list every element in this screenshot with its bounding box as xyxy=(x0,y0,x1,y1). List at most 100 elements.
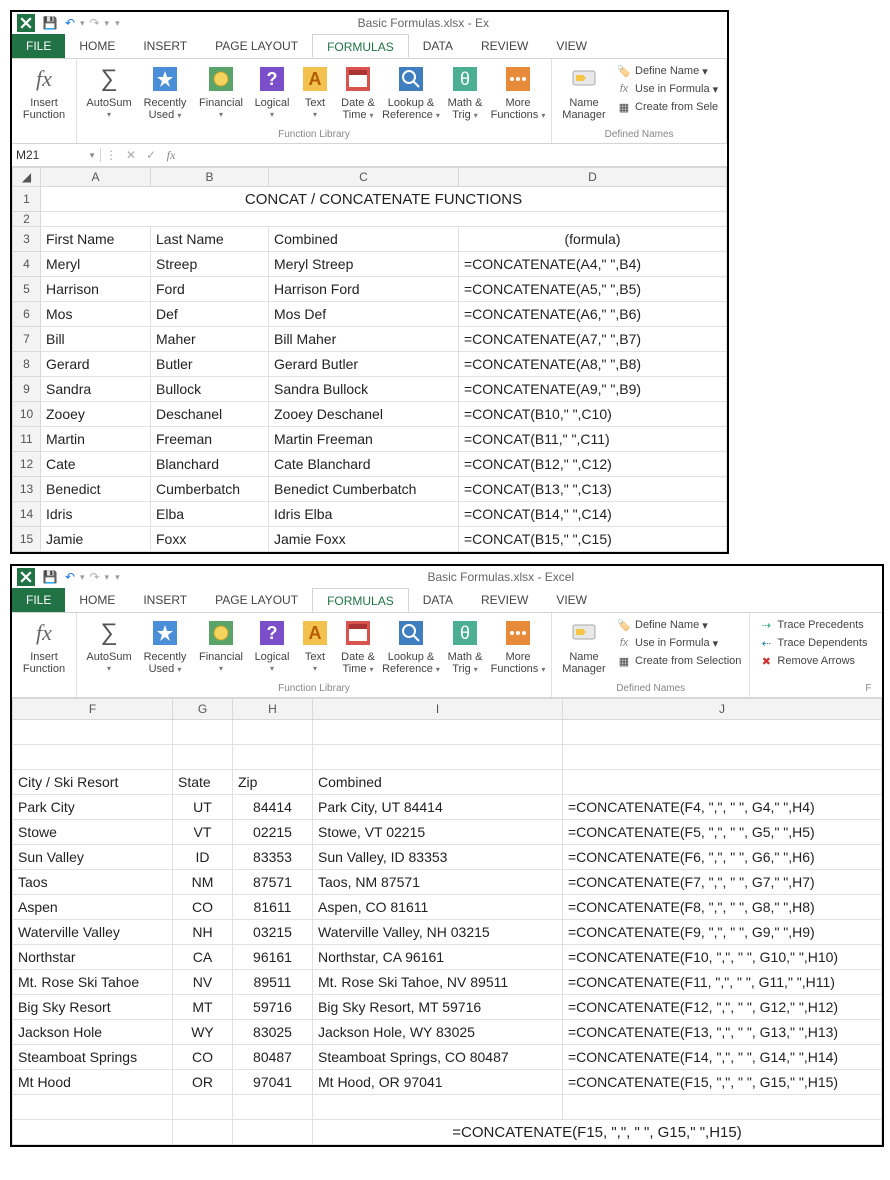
cell[interactable]: Freeman xyxy=(151,427,269,452)
cell[interactable]: =CONCATENATE(A6," ",B6) xyxy=(459,302,727,327)
cell[interactable]: Ford xyxy=(151,277,269,302)
cell[interactable]: 87571 xyxy=(233,870,313,895)
remove-arrows-button[interactable]: ✖Remove Arrows xyxy=(758,653,867,669)
text-button[interactable]: AText▾ xyxy=(295,615,335,677)
cell[interactable]: Martin xyxy=(41,427,151,452)
cell[interactable]: 84414 xyxy=(233,795,313,820)
cell[interactable]: =CONCATENATE(A8," ",B8) xyxy=(459,352,727,377)
cell[interactable]: VT xyxy=(173,820,233,845)
tab-formulas[interactable]: FORMULAS xyxy=(312,588,409,612)
tab-home[interactable]: HOME xyxy=(65,588,129,612)
create-from-selection-button[interactable]: ▦Create from Sele xyxy=(616,99,718,115)
cell[interactable]: 59716 xyxy=(233,995,313,1020)
cell[interactable] xyxy=(13,720,173,745)
cell[interactable]: Mos Def xyxy=(269,302,459,327)
row-header[interactable]: 5 xyxy=(13,277,41,302)
financial-button[interactable]: Financial▾ xyxy=(193,61,249,123)
cell[interactable]: =CONCATENATE(F4, ",", " ", G4," ",H4) xyxy=(563,795,882,820)
undo-icon[interactable]: ↶ xyxy=(60,570,80,584)
cell[interactable]: Mt. Rose Ski Tahoe xyxy=(13,970,173,995)
cell[interactable]: Maher xyxy=(151,327,269,352)
cell-colored-formula[interactable]: =CONCATENATE(F15, ",", " ", G15," ",H15) xyxy=(313,1120,882,1145)
cell[interactable] xyxy=(563,1095,882,1120)
cell[interactable]: ID xyxy=(173,845,233,870)
row-header[interactable]: 14 xyxy=(13,502,41,527)
cell[interactable] xyxy=(313,745,563,770)
cell[interactable] xyxy=(563,770,882,795)
row-header[interactable]: 6 xyxy=(13,302,41,327)
cell[interactable]: Jackson Hole, WY 83025 xyxy=(313,1020,563,1045)
cell[interactable] xyxy=(233,1120,313,1145)
cell[interactable]: Zip xyxy=(233,770,313,795)
cell[interactable] xyxy=(13,1120,173,1145)
col-header[interactable]: F xyxy=(13,699,173,720)
more-functions-button[interactable]: MoreFunctions ▾ xyxy=(489,61,547,124)
define-name-button[interactable]: 🏷️Define Name ▾ xyxy=(616,617,741,633)
cancel-icon[interactable]: ✕ xyxy=(121,148,141,162)
col-header[interactable]: I xyxy=(313,699,563,720)
cell[interactable]: =CONCATENATE(A9," ",B9) xyxy=(459,377,727,402)
cell[interactable]: =CONCAT(B15," ",C15) xyxy=(459,527,727,552)
cell[interactable]: MT xyxy=(173,995,233,1020)
cell[interactable]: Zooey xyxy=(41,402,151,427)
row-header[interactable]: 8 xyxy=(13,352,41,377)
worksheet-grid-1[interactable]: ◢ A B C D 1CONCAT / CONCATENATE FUNCTION… xyxy=(12,167,727,552)
logical-button[interactable]: ?Logical▾ xyxy=(249,615,295,677)
cell[interactable]: =CONCATENATE(A7," ",B7) xyxy=(459,327,727,352)
cell[interactable]: Jamie xyxy=(41,527,151,552)
cell[interactable]: Elba xyxy=(151,502,269,527)
tab-file[interactable]: FILE xyxy=(12,588,65,612)
cell[interactable]: 89511 xyxy=(233,970,313,995)
cell[interactable]: Gerard Butler xyxy=(269,352,459,377)
cell[interactable]: =CONCATENATE(F12, ",", " ", G12," ",H12) xyxy=(563,995,882,1020)
logical-button[interactable]: ? Logical▾ xyxy=(249,61,295,123)
cell[interactable]: =CONCAT(B14," ",C14) xyxy=(459,502,727,527)
cell[interactable]: Martin Freeman xyxy=(269,427,459,452)
cell[interactable]: 80487 xyxy=(233,1045,313,1070)
create-from-selection-button[interactable]: ▦Create from Selection xyxy=(616,653,741,669)
cell[interactable]: Last Name xyxy=(151,227,269,252)
cell[interactable]: =CONCATENATE(F10, ",", " ", G10," ",H10) xyxy=(563,945,882,970)
cell[interactable]: Sun Valley xyxy=(13,845,173,870)
trace-precedents-button[interactable]: ⇢Trace Precedents xyxy=(758,617,867,633)
cell[interactable]: =CONCATENATE(F11, ",", " ", G11," ",H11) xyxy=(563,970,882,995)
cell[interactable] xyxy=(233,720,313,745)
financial-button[interactable]: Financial▾ xyxy=(193,615,249,677)
cell[interactable] xyxy=(313,1095,563,1120)
cell[interactable]: (formula) xyxy=(459,227,727,252)
cell[interactable] xyxy=(313,720,563,745)
cell[interactable]: Zooey Deschanel xyxy=(269,402,459,427)
row-header[interactable]: 13 xyxy=(13,477,41,502)
cell[interactable]: State xyxy=(173,770,233,795)
cell[interactable]: Sandra Bullock xyxy=(269,377,459,402)
cell[interactable]: =CONCATENATE(F15, ",", " ", G15," ",H15) xyxy=(563,1070,882,1095)
cell[interactable]: Park City, UT 84414 xyxy=(313,795,563,820)
cell[interactable]: Cate xyxy=(41,452,151,477)
cell[interactable]: Benedict Cumberbatch xyxy=(269,477,459,502)
col-header[interactable]: G xyxy=(173,699,233,720)
col-header[interactable]: H xyxy=(233,699,313,720)
tab-home[interactable]: HOME xyxy=(65,34,129,58)
cell[interactable]: Jamie Foxx xyxy=(269,527,459,552)
cell[interactable]: CO xyxy=(173,895,233,920)
trace-dependents-button[interactable]: ⇠Trace Dependents xyxy=(758,635,867,651)
cell[interactable]: Big Sky Resort, MT 59716 xyxy=(313,995,563,1020)
cell[interactable] xyxy=(173,745,233,770)
cell[interactable]: Idris Elba xyxy=(269,502,459,527)
autosum-button[interactable]: ∑ AutoSum▾ xyxy=(81,61,137,123)
cell[interactable] xyxy=(13,745,173,770)
cell[interactable]: 03215 xyxy=(233,920,313,945)
cell[interactable]: Meryl xyxy=(41,252,151,277)
redo-icon[interactable]: ↷ xyxy=(85,570,105,584)
select-all-cell[interactable]: ◢ xyxy=(13,168,41,187)
cell[interactable]: Deschanel xyxy=(151,402,269,427)
cell[interactable]: =CONCATENATE(F7, ",", " ", G7," ",H7) xyxy=(563,870,882,895)
cell[interactable]: Def xyxy=(151,302,269,327)
math-button[interactable]: θ Math &Trig ▾ xyxy=(441,61,489,124)
cell[interactable]: 83025 xyxy=(233,1020,313,1045)
cell[interactable]: Taos xyxy=(13,870,173,895)
cell[interactable]: Harrison xyxy=(41,277,151,302)
cell[interactable]: CA xyxy=(173,945,233,970)
cell[interactable]: Big Sky Resort xyxy=(13,995,173,1020)
save-icon[interactable]: 💾 xyxy=(40,16,60,30)
